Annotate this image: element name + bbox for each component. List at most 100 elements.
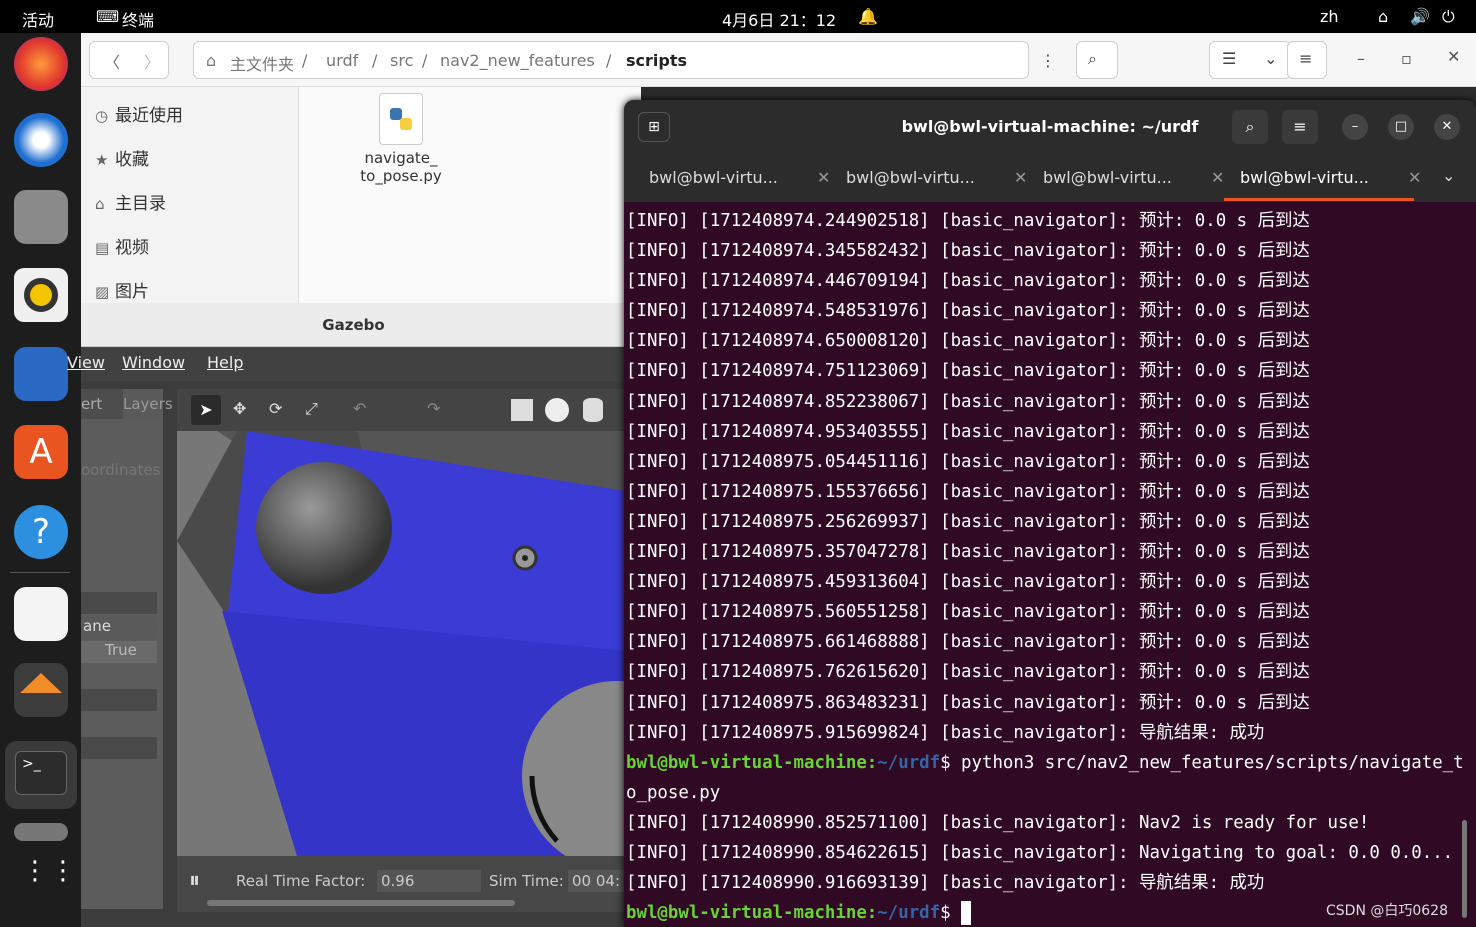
cylinder-shape-icon[interactable] — [583, 398, 603, 422]
language-indicator[interactable]: zh — [1320, 7, 1339, 26]
property-row[interactable] — [81, 689, 157, 711]
list-view-icon: ☰ — [1222, 49, 1237, 68]
path-segment[interactable]: urdf — [326, 51, 358, 70]
property-row[interactable] — [81, 592, 157, 614]
sidebar-item-videos[interactable]: ▤ 视频 — [95, 233, 149, 258]
rotate-tool-icon[interactable]: ⟳ — [269, 399, 282, 418]
help-icon[interactable]: ? — [14, 505, 68, 559]
video-icon: ▤ — [95, 239, 110, 257]
gazebo-icon[interactable] — [14, 663, 68, 717]
power-icon[interactable]: ⏻ — [1442, 7, 1455, 27]
sidebar-item-recent[interactable]: ◷ 最近使用 — [95, 101, 183, 126]
minimize-icon[interactable]: – — [1342, 114, 1368, 140]
watermark: CSDN @白巧0628 — [1326, 903, 1448, 919]
menu-window[interactable]: Window — [122, 353, 185, 372]
files-icon[interactable] — [14, 190, 68, 244]
property-row-true[interactable]: True — [81, 641, 157, 663]
files-sidebar: ◷ 最近使用 ★ 收藏 ⌂ 主目录 ▤ 视频 ▨ 图片 — [81, 87, 299, 303]
sidebar-item-pictures[interactable]: ▨ 图片 — [95, 277, 149, 302]
home-icon: ⌂ — [95, 195, 105, 213]
tab-terminal-2[interactable]: bwl@bwl-virtu... ✕ — [846, 168, 1027, 187]
pause-icon[interactable]: ⏸ — [189, 868, 200, 893]
alarm-icon: 🔔 — [858, 7, 878, 26]
menu-help[interactable]: Help — [207, 353, 243, 372]
command-line: bwl@bwl-virtual-machine:~/urdf$ python3 … — [626, 752, 1464, 773]
log-line: [INFO] [1712408975.915699824] [basic_nav… — [626, 722, 1265, 743]
gazebo-left-panel: ert Layers oordinates ane True — [81, 389, 173, 909]
terminal-scrollbar[interactable] — [1462, 820, 1467, 918]
rhythmbox-icon[interactable] — [14, 268, 68, 322]
rtf-value: 0.96 — [377, 870, 481, 892]
forward-icon[interactable]: 〉 — [144, 49, 160, 73]
terminal-dock-item[interactable]: >_ — [5, 741, 77, 809]
path-menu-icon[interactable]: ⋮ — [1040, 51, 1056, 70]
sidebar-item-home[interactable]: ⌂ 主目录 — [95, 189, 166, 214]
path-segment[interactable]: 主文件夹 — [230, 51, 294, 75]
tab-terminal-3[interactable]: bwl@bwl-virtu... ✕ — [1043, 168, 1224, 187]
app-menu[interactable]: 终端 — [122, 7, 154, 31]
tab-layers[interactable]: Layers — [123, 389, 173, 419]
tab-close-icon[interactable]: ✕ — [1014, 168, 1027, 187]
sim-time-value: 00 04: — [568, 870, 628, 892]
path-segment[interactable]: nav2_new_features — [440, 51, 595, 70]
close-icon[interactable]: ✕ — [1447, 47, 1460, 66]
tabs-chevron-down-icon[interactable]: ⌄ — [1442, 166, 1455, 185]
tab-close-icon[interactable]: ✕ — [1211, 168, 1224, 187]
log-line: [INFO] [1712408974.446709194] [basic_nav… — [626, 271, 1310, 292]
volume-icon[interactable]: 🔊 — [1410, 7, 1430, 26]
nav-buttons: 〈 〉 — [89, 41, 169, 79]
scrollbar[interactable] — [207, 900, 515, 906]
maximize-icon[interactable]: □ — [1388, 114, 1414, 140]
tab-close-icon[interactable]: ✕ — [817, 168, 830, 187]
view-toggle[interactable]: ☰ ⌄ — [1209, 41, 1291, 79]
translate-tool-icon[interactable]: ✥ — [233, 399, 246, 418]
command-line-wrap: o_pose.py — [626, 782, 721, 803]
log-line: [INFO] [1712408990.852571100] [basic_nav… — [626, 812, 1370, 833]
gazebo-3d-scene[interactable] — [177, 431, 626, 856]
tab-terminal-1[interactable]: bwl@bwl-virtu... ✕ — [649, 168, 830, 187]
terminal-output[interactable]: [INFO] [1712408974.244902518] [basic_nav… — [624, 206, 1476, 926]
select-tool-icon[interactable]: ➤ — [191, 395, 221, 425]
gazebo-window: Gazebo View Window Help ert Layers oordi… — [67, 303, 628, 927]
firefox-icon[interactable] — [14, 37, 68, 91]
scale-tool-icon[interactable]: ⤢ — [305, 399, 318, 419]
path-segment-current[interactable]: scripts — [626, 51, 687, 70]
menu-view[interactable]: View — [67, 353, 105, 372]
maximize-icon[interactable]: ▫ — [1401, 49, 1412, 68]
path-segment[interactable]: src — [390, 51, 413, 70]
show-apps-icon[interactable]: ⋮⋮⋮ — [22, 858, 104, 903]
network-icon[interactable]: ⌂ — [1378, 7, 1388, 26]
log-line: [INFO] [1712408975.155376656] [basic_nav… — [626, 481, 1310, 502]
menu-button[interactable]: ≡ — [1287, 41, 1327, 79]
drive-icon[interactable] — [14, 823, 68, 841]
app-center-icon[interactable]: A — [14, 425, 68, 479]
redo-icon[interactable]: ↷ — [427, 399, 440, 418]
sim-time-label: Sim Time: — [489, 872, 564, 890]
thunderbird-icon[interactable] — [14, 113, 68, 167]
search-icon[interactable]: ⌕ — [1232, 110, 1268, 144]
close-icon[interactable]: ✕ — [1434, 114, 1460, 140]
hamburger-icon: ≡ — [1299, 49, 1313, 68]
chevron-down-icon: ⌄ — [1264, 49, 1278, 68]
terminal-tabs: bwl@bwl-virtu... ✕ bwl@bwl-virtu... ✕ bwl@… — [624, 154, 1476, 202]
gazebo-toolbar: ➤ ✥ ⟳ ⤢ ↶ ↷ — [177, 389, 626, 431]
hamburger-icon[interactable]: ≡ — [1282, 110, 1318, 144]
back-icon[interactable]: 〈 — [104, 49, 120, 73]
file-item[interactable]: navigate_ to_pose.py — [331, 93, 471, 185]
text-editor-icon[interactable] — [14, 587, 68, 641]
clock-icon: ◷ — [95, 107, 109, 125]
tab-close-icon[interactable]: ✕ — [1408, 168, 1421, 187]
clock[interactable]: 4月6日 21：12 — [722, 7, 836, 31]
rtf-label: Real Time Factor: — [236, 872, 366, 890]
undo-icon[interactable]: ↶ — [353, 399, 366, 418]
minimize-icon[interactable]: – — [1357, 49, 1365, 68]
sphere-shape-icon[interactable] — [545, 398, 569, 422]
search-button[interactable]: ⌕ — [1076, 41, 1118, 79]
property-row[interactable]: ane — [81, 617, 157, 639]
property-row[interactable] — [81, 737, 157, 759]
path-bar[interactable]: ⌂ 主文件夹 / urdf / src / nav2_new_features … — [193, 41, 1056, 79]
activities-button[interactable]: 活动 — [22, 7, 54, 31]
sidebar-item-starred[interactable]: ★ 收藏 — [95, 145, 149, 170]
tab-terminal-4-active[interactable]: bwl@bwl-virtu... ✕ — [1240, 168, 1421, 187]
box-shape-icon[interactable] — [511, 399, 533, 421]
